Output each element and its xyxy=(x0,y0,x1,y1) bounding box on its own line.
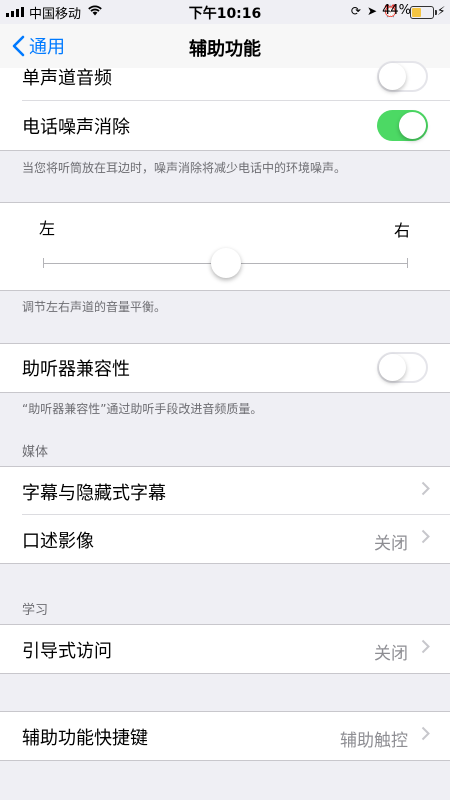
mono-audio-row: 单声道音频 xyxy=(0,52,450,101)
chevron-right-icon xyxy=(421,529,430,544)
audio-description-row[interactable]: 口述影像 关闭 xyxy=(0,515,450,563)
hearing-aid-note: “助听器兼容性”通过助听手段改进音频质量。 xyxy=(22,402,263,416)
guided-access-value: 关闭 xyxy=(374,644,408,664)
noise-cancellation-row: 电话噪声消除 xyxy=(0,101,450,150)
accessibility-shortcut-row[interactable]: 辅助功能快捷键 辅助触控 xyxy=(0,712,450,760)
balance-left-tick xyxy=(43,258,44,268)
mono-audio-toggle[interactable] xyxy=(377,61,428,92)
hearing-aid-group: 助听器兼容性 xyxy=(0,344,450,392)
status-bar: 中国移动 下午10:16 ⟳ ➤ ⏰ 44% ⚡ xyxy=(0,0,450,24)
subtitles-label: 字幕与隐藏式字幕 xyxy=(22,483,166,504)
audio-settings-group: 单声道音频 电话噪声消除 xyxy=(0,61,450,150)
noise-cancellation-toggle[interactable] xyxy=(377,110,428,141)
media-section-header: 媒体 xyxy=(22,445,49,460)
mono-audio-label: 单声道音频 xyxy=(22,68,112,89)
chevron-right-icon xyxy=(421,726,430,741)
audio-description-label: 口述影像 xyxy=(22,531,94,552)
learning-section-header: 学习 xyxy=(22,603,49,618)
chevron-right-icon xyxy=(421,639,430,654)
accessibility-shortcut-label: 辅助功能快捷键 xyxy=(22,728,148,749)
noise-cancellation-label: 电话噪声消除 xyxy=(22,117,130,138)
battery-icon xyxy=(410,6,437,19)
subtitles-row[interactable]: 字幕与隐藏式字幕 xyxy=(0,467,450,515)
audio-description-value: 关闭 xyxy=(374,534,408,554)
shortcut-group: 辅助功能快捷键 辅助触控 xyxy=(0,712,450,760)
hearing-aid-toggle[interactable] xyxy=(377,352,428,383)
lock-rotation-icon: ⟳ xyxy=(350,4,361,18)
guided-access-row[interactable]: 引导式访问 关闭 xyxy=(0,625,450,673)
balance-right-tick xyxy=(407,258,408,268)
accessibility-shortcut-value: 辅助触控 xyxy=(340,731,408,751)
balance-slider-group: 左 右 xyxy=(0,203,450,290)
learning-group: 引导式访问 关闭 xyxy=(0,625,450,673)
location-icon: ➤ xyxy=(366,4,378,18)
chevron-right-icon xyxy=(421,481,430,496)
hearing-aid-label: 助听器兼容性 xyxy=(22,359,130,380)
guided-access-label: 引导式访问 xyxy=(22,641,112,662)
battery-percent: 44% xyxy=(382,3,411,18)
battery-level-fill xyxy=(412,8,421,17)
balance-left-label: 左 xyxy=(39,219,56,238)
balance-slider-thumb[interactable] xyxy=(210,248,241,278)
hearing-aid-row: 助听器兼容性 xyxy=(0,344,450,392)
media-group: 字幕与隐藏式字幕 口述影像 关闭 xyxy=(0,467,450,563)
noise-cancellation-note: 当您将听筒放在耳边时，噪声消除将减少电话中的环境噪声。 xyxy=(22,161,347,175)
balance-right-label: 右 xyxy=(393,221,410,240)
balance-note: 调节左右声道的音量平衡。 xyxy=(22,300,167,314)
charging-bolt-icon: ⚡ xyxy=(437,4,446,18)
